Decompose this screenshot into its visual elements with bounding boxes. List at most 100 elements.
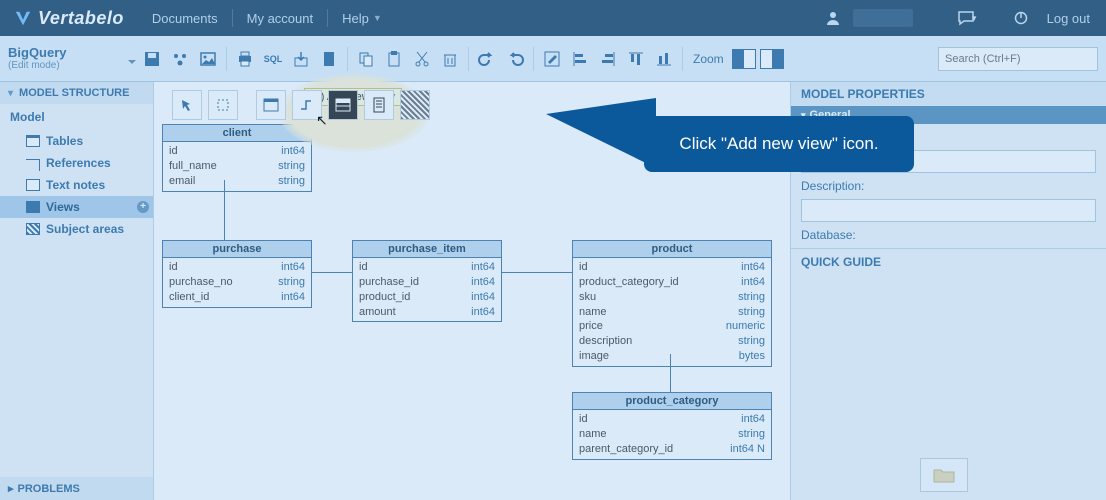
model-description-input[interactable]	[801, 199, 1096, 222]
tree-subject-areas[interactable]: Subject areas	[0, 218, 153, 240]
description-label: Description:	[801, 179, 1096, 193]
problems-label: PROBLEMS	[18, 483, 80, 495]
er-column: parent_category_idint64 N	[579, 442, 765, 457]
add-subject-area-icon[interactable]	[400, 90, 430, 120]
model-structure-header[interactable]: ▾ MODEL STRUCTURE	[0, 82, 153, 104]
er-columns: idint64namestringparent_category_idint64…	[573, 410, 771, 459]
align-bottom-icon[interactable]	[650, 45, 678, 73]
er-column: pricenumeric	[579, 319, 765, 334]
nav-help[interactable]: Help▼	[328, 0, 396, 36]
save-icon[interactable]	[138, 45, 166, 73]
search-input[interactable]	[938, 47, 1098, 71]
callout-text: Click "Add new view" icon.	[679, 134, 878, 153]
logout-label: Log out	[1047, 11, 1090, 26]
align-right-icon[interactable]	[594, 45, 622, 73]
chat-icon[interactable]: ▾	[953, 4, 981, 32]
chevron-down-icon	[128, 60, 136, 68]
er-table-product[interactable]: product idint64product_category_idint64s…	[572, 240, 772, 367]
er-table-product-category[interactable]: product_category idint64namestringparent…	[572, 392, 772, 460]
add-icon[interactable]: +	[137, 201, 149, 213]
tree-references-label: References	[46, 156, 111, 170]
sql-icon[interactable]: SQL	[259, 45, 287, 73]
delete-icon[interactable]	[436, 45, 464, 73]
cut-icon[interactable]	[408, 45, 436, 73]
er-table-purchase-item[interactable]: purchase_item idint64purchase_idint64pro…	[352, 240, 502, 322]
image-icon[interactable]	[194, 45, 222, 73]
model-name: BigQuery	[8, 46, 138, 60]
undo-icon[interactable]	[473, 45, 501, 73]
er-column: amountint64	[359, 305, 495, 320]
tree-references[interactable]: References	[0, 152, 153, 174]
er-column: idint64	[169, 260, 305, 275]
er-column: product_idint64	[359, 290, 495, 305]
power-icon	[1007, 4, 1035, 32]
er-table-purchase[interactable]: purchase idint64purchase_nostringclient_…	[162, 240, 312, 308]
folder-icon	[933, 467, 955, 483]
tree-tables-label: Tables	[46, 134, 83, 148]
marquee-tool-icon[interactable]	[208, 90, 238, 120]
copy-icon[interactable]	[352, 45, 380, 73]
brand-text: Vertabelo	[38, 8, 124, 29]
er-column: namestring	[579, 305, 765, 320]
main-toolbar: BigQuery (Edit mode) SQL Zoom	[0, 36, 1106, 82]
toolbar-separator	[347, 47, 348, 71]
add-table-icon[interactable]	[256, 90, 286, 120]
subject-area-icon	[26, 223, 40, 235]
nav-account-label: My account	[247, 11, 313, 26]
model-structure-title: MODEL STRUCTURE	[19, 87, 129, 99]
align-top-icon[interactable]	[622, 45, 650, 73]
user-name-plate[interactable]	[853, 9, 913, 27]
pointer-tool-icon[interactable]	[172, 90, 202, 120]
paste-icon[interactable]	[380, 45, 408, 73]
problems-header[interactable]: ▸PROBLEMS	[0, 477, 153, 500]
er-column: imagebytes	[579, 349, 765, 364]
tree-views[interactable]: Views +	[0, 196, 153, 218]
table-icon	[26, 135, 40, 147]
nav-my-account[interactable]: My account	[233, 0, 327, 36]
export-xml-icon[interactable]	[315, 45, 343, 73]
brand-icon	[14, 9, 32, 27]
add-note-icon[interactable]	[364, 90, 394, 120]
model-properties-header: MODEL PROPERTIES	[791, 82, 1106, 106]
tree-tables[interactable]: Tables	[0, 130, 153, 152]
er-column: purchase_idint64	[359, 275, 495, 290]
toolbar-separator	[533, 47, 534, 71]
tree-views-label: Views	[46, 200, 80, 214]
print-icon[interactable]	[231, 45, 259, 73]
redo-icon[interactable]	[501, 45, 529, 73]
chevron-down-icon: ▾	[8, 88, 13, 99]
er-title: product_category	[573, 393, 771, 410]
add-reference-icon[interactable]	[292, 90, 322, 120]
er-title: purchase_item	[353, 241, 501, 258]
brand-logo[interactable]: Vertabelo	[0, 8, 138, 29]
share-icon[interactable]	[166, 45, 194, 73]
import-icon[interactable]	[287, 45, 315, 73]
add-view-icon[interactable]	[328, 90, 358, 120]
align-left-icon[interactable]	[566, 45, 594, 73]
tree-text-notes[interactable]: Text notes	[0, 174, 153, 196]
er-columns: idint64full_namestringemailstring	[163, 142, 311, 191]
nav-documents-label: Documents	[152, 11, 218, 26]
logout-button[interactable]: Log out	[1041, 11, 1096, 26]
user-icon[interactable]	[819, 4, 847, 32]
layout-right-panel-toggle[interactable]	[760, 49, 784, 69]
zoom-label: Zoom	[693, 52, 724, 66]
diagram-canvas[interactable]: (5) Add new view ↖ Click "Add new view" …	[154, 82, 790, 500]
nav-documents[interactable]: Documents	[138, 0, 232, 36]
edit-square-icon[interactable]	[538, 45, 566, 73]
layout-left-panel-toggle[interactable]	[732, 49, 756, 69]
top-nav: Vertabelo Documents My account Help▼ ▾ L…	[0, 0, 1106, 36]
tree-notes-label: Text notes	[46, 178, 105, 192]
er-column: idint64	[169, 144, 305, 159]
er-column: emailstring	[169, 174, 305, 189]
quick-guide-header[interactable]: QUICK GUIDE	[791, 248, 1106, 275]
model-name-dropdown[interactable]: BigQuery (Edit mode)	[8, 46, 138, 71]
er-column: product_category_idint64	[579, 275, 765, 290]
model-mode: (Edit mode)	[8, 60, 138, 71]
er-column: namestring	[579, 427, 765, 442]
model-root[interactable]: Model	[0, 104, 153, 130]
minimap-toggle[interactable]	[920, 458, 968, 492]
nav-help-label: Help	[342, 11, 369, 26]
er-columns: idint64purchase_idint64product_idint64am…	[353, 258, 501, 321]
er-table-client[interactable]: client idint64full_namestringemailstring	[162, 124, 312, 192]
